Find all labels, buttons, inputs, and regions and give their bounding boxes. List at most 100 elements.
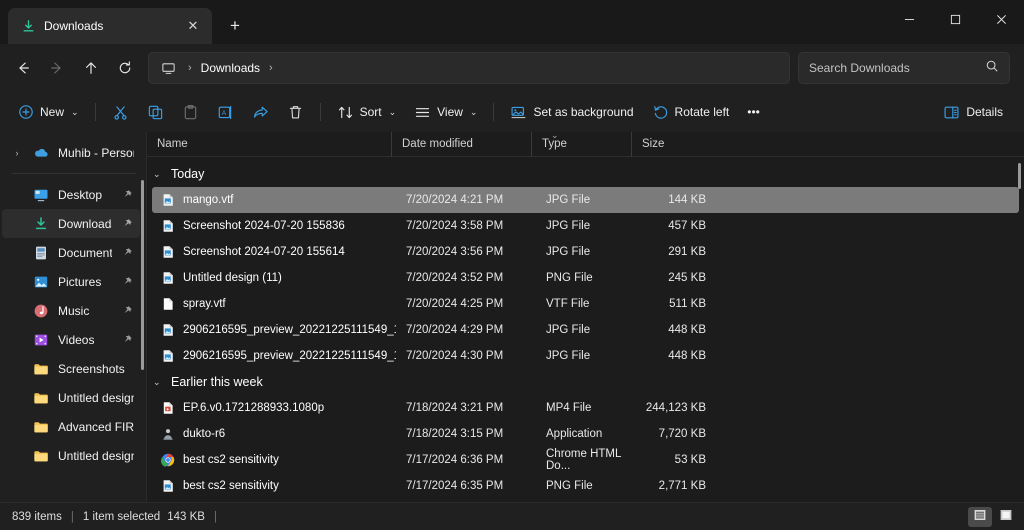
chevron-right-icon[interactable]: › xyxy=(10,148,24,158)
table-row[interactable]: Screenshot 2024-07-20 155836 7/20/2024 3… xyxy=(152,213,1019,239)
sidebar-item-untitled-design-2[interactable]: Untitled design xyxy=(2,441,140,470)
application-icon xyxy=(160,427,175,442)
breadcrumb-separator-2[interactable]: › xyxy=(262,62,280,74)
file-date-cell: 7/20/2024 3:56 PM xyxy=(406,246,504,258)
file-type-cell: PNG File xyxy=(546,480,593,492)
pin-icon[interactable] xyxy=(120,218,134,229)
pin-icon[interactable] xyxy=(120,276,134,287)
file-list: ⌄ Today mango.vtf 7/20/2024 4:21 PM JPG … xyxy=(147,157,1024,502)
chevron-down-icon[interactable]: ⌄ xyxy=(153,377,164,388)
rotate-left-icon xyxy=(652,104,669,121)
back-button[interactable] xyxy=(6,51,40,85)
this-pc-icon[interactable] xyxy=(157,61,179,76)
sidebar-item-onedrive[interactable]: › Muhib - Personal xyxy=(2,138,140,167)
sidebar-item-music[interactable]: Music xyxy=(2,296,140,325)
sidebar-item-videos[interactable]: Videos xyxy=(2,325,140,354)
maximize-button[interactable] xyxy=(932,0,978,38)
share-icon xyxy=(252,104,269,121)
sidebar-item-screenshots[interactable]: Screenshots xyxy=(2,354,140,383)
jpg-file-icon xyxy=(160,323,175,338)
sidebar-item-advanced-fire[interactable]: Advanced FIRE C xyxy=(2,412,140,441)
item-count-label: 839 items xyxy=(12,510,62,523)
table-row[interactable]: 2906216595_preview_20221225111549_1 (1) … xyxy=(152,343,1019,369)
breadcrumb[interactable]: › Downloads › xyxy=(148,52,790,84)
file-size-cell: 448 KB xyxy=(668,324,706,336)
sidebar-item-downloads[interactable]: Downloads xyxy=(2,209,140,238)
sort-button[interactable]: Sort ⌄ xyxy=(328,97,406,127)
search-icon[interactable] xyxy=(985,59,999,78)
close-button[interactable] xyxy=(978,0,1024,38)
table-row[interactable]: best cs2 sensitivity 7/17/2024 6:35 PM P… xyxy=(152,473,1019,499)
table-row[interactable]: best cs2 sensitivity 7/17/2024 6:36 PM C… xyxy=(152,447,1019,473)
table-row[interactable]: mango.vtf 7/20/2024 4:21 PM JPG File 144… xyxy=(152,187,1019,213)
close-icon[interactable]: ✕ xyxy=(182,15,204,37)
share-button[interactable] xyxy=(243,97,278,127)
file-date-cell: 7/20/2024 4:29 PM xyxy=(406,324,504,336)
set-as-background-button[interactable]: Set as background xyxy=(501,97,642,127)
pin-icon[interactable] xyxy=(120,247,134,258)
desktop-icon xyxy=(32,186,50,204)
file-type-cell: PNG File xyxy=(546,272,593,284)
delete-button[interactable] xyxy=(278,97,313,127)
minimize-button[interactable] xyxy=(886,0,932,38)
new-button[interactable]: New ⌄ xyxy=(8,97,88,127)
view-button[interactable]: View ⌄ xyxy=(405,97,486,127)
rename-icon: A xyxy=(217,104,234,121)
table-row[interactable]: EP.6.v0.1721288933.1080p 7/18/2024 3:21 … xyxy=(152,395,1019,421)
file-name: dukto-r6 xyxy=(183,428,226,440)
details-pane-button[interactable]: Details xyxy=(934,97,1012,127)
rename-button[interactable]: A xyxy=(208,97,243,127)
pin-icon[interactable] xyxy=(120,189,134,200)
file-list-scrollbar[interactable] xyxy=(1018,163,1021,189)
generic-file-icon xyxy=(160,297,175,312)
folder-icon xyxy=(32,418,50,436)
column-header-date-modified[interactable]: Date modified xyxy=(391,131,531,157)
new-tab-button[interactable]: + xyxy=(220,11,250,41)
search-input[interactable] xyxy=(809,61,979,75)
chrome-icon xyxy=(160,453,175,468)
sidebar-item-documents[interactable]: Documents xyxy=(2,238,140,267)
column-header-size[interactable]: Size xyxy=(631,131,711,157)
file-size-cell: 448 KB xyxy=(668,350,706,362)
file-type-cell: VTF File xyxy=(546,298,590,310)
column-header-type[interactable]: Type xyxy=(531,131,631,157)
file-size-cell: 2,771 KB xyxy=(658,480,706,492)
tab-downloads[interactable]: Downloads ✕ xyxy=(8,8,212,44)
pin-icon[interactable] xyxy=(120,305,134,316)
copy-icon xyxy=(147,104,164,121)
sidebar-item-label: Untitled design xyxy=(58,448,134,463)
view-icon xyxy=(414,104,431,121)
copy-button[interactable] xyxy=(138,97,173,127)
table-row[interactable]: 2906216595_preview_20221225111549_1 7/20… xyxy=(152,317,1019,343)
column-header-name[interactable]: Name xyxy=(147,132,391,157)
up-button[interactable] xyxy=(74,51,108,85)
file-date-cell: 7/20/2024 4:21 PM xyxy=(406,194,504,206)
sidebar-item-desktop[interactable]: Desktop xyxy=(2,180,140,209)
table-row[interactable]: Untitled design (11) 7/20/2024 3:52 PM P… xyxy=(152,265,1019,291)
refresh-button[interactable] xyxy=(108,51,142,85)
large-icons-view-button[interactable] xyxy=(994,507,1018,527)
table-row[interactable]: spray.vtf 7/20/2024 4:25 PM VTF File 511… xyxy=(152,291,1019,317)
sidebar-item-pictures[interactable]: Pictures xyxy=(2,267,140,296)
file-type-cell: JPG File xyxy=(546,324,591,336)
rotate-left-button[interactable]: Rotate left xyxy=(643,97,739,127)
forward-button[interactable] xyxy=(40,51,74,85)
group-header-today[interactable]: ⌄ Today xyxy=(147,161,1024,187)
table-row[interactable]: Screenshot 2024-07-20 155614 7/20/2024 3… xyxy=(152,239,1019,265)
cut-button[interactable] xyxy=(103,97,138,127)
file-type-cell: MP4 File xyxy=(546,402,592,414)
paste-button[interactable] xyxy=(173,97,208,127)
pin-icon[interactable] xyxy=(120,334,134,345)
file-date-cell: 7/17/2024 6:36 PM xyxy=(406,454,504,466)
sidebar-scrollbar[interactable] xyxy=(141,180,144,370)
sidebar-item-untitled-design-1[interactable]: Untitled design xyxy=(2,383,140,412)
group-header-earlier-this-week[interactable]: ⌄ Earlier this week xyxy=(147,369,1024,395)
more-options-button[interactable]: ••• xyxy=(738,97,769,127)
details-pane-icon xyxy=(943,104,960,121)
search-box[interactable] xyxy=(798,52,1010,84)
file-date-cell: 7/20/2024 3:52 PM xyxy=(406,272,504,284)
breadcrumb-item-downloads[interactable]: Downloads xyxy=(201,61,260,75)
details-view-button[interactable] xyxy=(968,506,992,527)
chevron-down-icon[interactable]: ⌄ xyxy=(153,169,164,180)
table-row[interactable]: dukto-r6 7/18/2024 3:15 PM Application 7… xyxy=(152,421,1019,447)
